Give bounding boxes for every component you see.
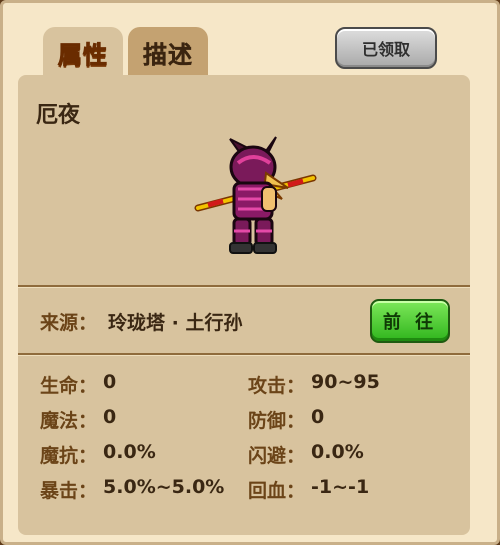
source-label: 来源： xyxy=(40,312,98,334)
go-button[interactable]: 前 往 xyxy=(370,299,450,343)
stat-hp: 生命： 0 xyxy=(40,371,117,397)
stat-mp: 魔法： 0 xyxy=(40,406,117,432)
character-sprite xyxy=(194,136,317,254)
source-value: 玲珑塔 · 土行孙 xyxy=(108,312,243,334)
item-detail-panel: 属性 描述 已领取 厄夜 来源： 玲珑塔 · 土行孙 前 往 生命 ： 0 魔法… xyxy=(0,0,500,545)
tab-attributes[interactable]: 属性 xyxy=(43,27,123,77)
stat-magic-resist: 魔抗： 0.0% xyxy=(40,441,156,467)
tab-description[interactable]: 描述 xyxy=(128,27,208,77)
claimed-button[interactable]: 已领取 xyxy=(335,27,437,69)
stat-attack: 攻击： 90~95 xyxy=(248,371,380,397)
stat-dodge: 闪避： 0.0% xyxy=(248,441,364,467)
divider-top xyxy=(18,285,470,288)
stat-crit: 暴击： 5.0%~5.0% xyxy=(40,476,225,502)
divider-bottom xyxy=(18,353,470,356)
stat-regen: 回血： -1~-1 xyxy=(248,476,370,502)
stat-defense: 防御： 0 xyxy=(248,406,325,432)
character-name: 厄夜 xyxy=(36,103,81,128)
detail-content: 厄夜 来源： 玲珑塔 · 土行孙 前 往 生命 ： 0 魔法 ： 0 魔抗 ： … xyxy=(18,75,470,535)
